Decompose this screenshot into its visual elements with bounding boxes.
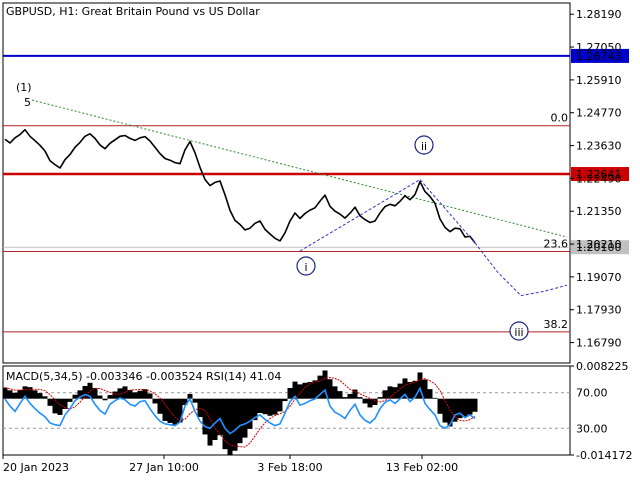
macd-bar — [367, 398, 373, 408]
macd-bar — [442, 398, 448, 423]
price-tick-label: 1.28190 — [576, 8, 622, 21]
macd-bar — [327, 379, 333, 399]
fib-level-label: 38.2 — [544, 318, 569, 331]
macd-bar — [172, 398, 178, 425]
macd-bar — [52, 398, 58, 414]
macd-bar — [217, 398, 223, 436]
macd-bar — [132, 392, 138, 399]
macd-bar — [207, 398, 213, 446]
macd-bar — [17, 389, 23, 399]
macd-bar — [357, 397, 363, 399]
macd-bar — [472, 398, 478, 412]
chart-title: GBPUSD, H1: Great Britain Pound vs US Do… — [6, 5, 260, 18]
macd-bar — [202, 398, 208, 435]
macd-bar — [2, 387, 8, 399]
indicator-label: MACD(5,34,5) -0.003346 -0.003524 RSI(14)… — [6, 370, 281, 383]
macd-bar — [112, 391, 118, 399]
macd-bar — [47, 398, 53, 406]
rsi-level-label: 70.00 — [576, 387, 608, 400]
macd-bar — [212, 398, 218, 441]
macd-bar — [137, 390, 143, 399]
macd-bar — [32, 390, 38, 399]
macd-bar — [277, 398, 283, 412]
macd-bar — [437, 398, 443, 414]
macd-bar — [267, 398, 273, 416]
macd-bar — [12, 392, 18, 399]
price-tick-label: 1.23630 — [576, 140, 622, 153]
time-tick-label: 13 Feb 02:00 — [386, 461, 458, 474]
price-tick-label: 1.19070 — [576, 271, 622, 284]
time-tick-label: 3 Feb 18:00 — [257, 461, 322, 474]
rsi-level-label: 30.00 — [576, 422, 608, 435]
macd-bar — [227, 398, 233, 455]
macd-bar — [462, 398, 468, 417]
macd-bar — [97, 395, 103, 399]
macd-bar — [262, 398, 268, 415]
macd-bar — [432, 397, 438, 399]
macd-bar — [347, 393, 353, 399]
price-tick-label: 1.17930 — [576, 304, 622, 317]
macd-bar — [102, 398, 108, 401]
macd-bar — [162, 398, 168, 421]
price-tick-label: 1.24770 — [576, 107, 622, 120]
price-tick-label: 1.22490 — [576, 172, 622, 185]
macd-bar — [192, 398, 198, 403]
macd-bar — [382, 390, 388, 399]
macd-bar — [287, 387, 293, 399]
wave-label-5: 5 — [24, 96, 31, 109]
macd-bar — [247, 398, 253, 429]
macd-bar — [57, 398, 63, 415]
wave-label-i: i — [304, 261, 307, 274]
price-tick-label: 1.21350 — [576, 205, 622, 218]
macd-tick-label: 0.008225 — [576, 360, 629, 373]
macd-bar — [232, 398, 238, 451]
macd-bar — [332, 386, 338, 399]
macd-bar — [67, 398, 73, 402]
price-tick-label: 1.20210 — [576, 238, 622, 251]
macd-bar — [237, 398, 243, 444]
macd-bar — [337, 391, 343, 399]
macd-bar — [257, 398, 263, 413]
macd-bar — [147, 393, 153, 399]
wave-label-ii: ii — [421, 140, 427, 153]
fib-level-label: 23.6 — [544, 238, 569, 251]
wave-label-1: (1) — [16, 81, 32, 94]
time-tick-label: 27 Jan 10:00 — [129, 461, 199, 474]
macd-bar — [372, 398, 378, 406]
macd-bar — [107, 395, 113, 399]
macd-bar — [427, 389, 433, 399]
wave-label-iii: iii — [514, 326, 523, 339]
macd-bar — [42, 396, 48, 399]
price-chart[interactable]: 1.267431.226411.20100 0.023.638.2 (1)5ii… — [0, 0, 640, 480]
macd-bar — [342, 397, 348, 399]
time-tick-label: 20 Jan 2023 — [3, 461, 69, 474]
price-tick-label: 1.27050 — [576, 41, 622, 54]
macd-bar — [302, 382, 308, 399]
fib-level-label: 0.0 — [551, 112, 569, 125]
macd-bar — [272, 398, 278, 415]
macd-bar — [282, 398, 288, 402]
macd-bar — [72, 394, 78, 399]
macd-bar — [307, 381, 313, 399]
price-tick-label: 1.16790 — [576, 337, 622, 350]
macd-bar — [467, 398, 473, 415]
macd-bar — [377, 397, 383, 399]
macd-tick-label: -0.014172 — [576, 449, 632, 462]
macd-bar — [37, 393, 43, 399]
macd-bar — [362, 398, 368, 404]
macd-bar — [242, 398, 248, 438]
macd-bar — [152, 398, 158, 404]
macd-bar — [142, 389, 148, 399]
price-tick-label: 1.25910 — [576, 74, 622, 87]
macd-bar — [7, 390, 13, 399]
